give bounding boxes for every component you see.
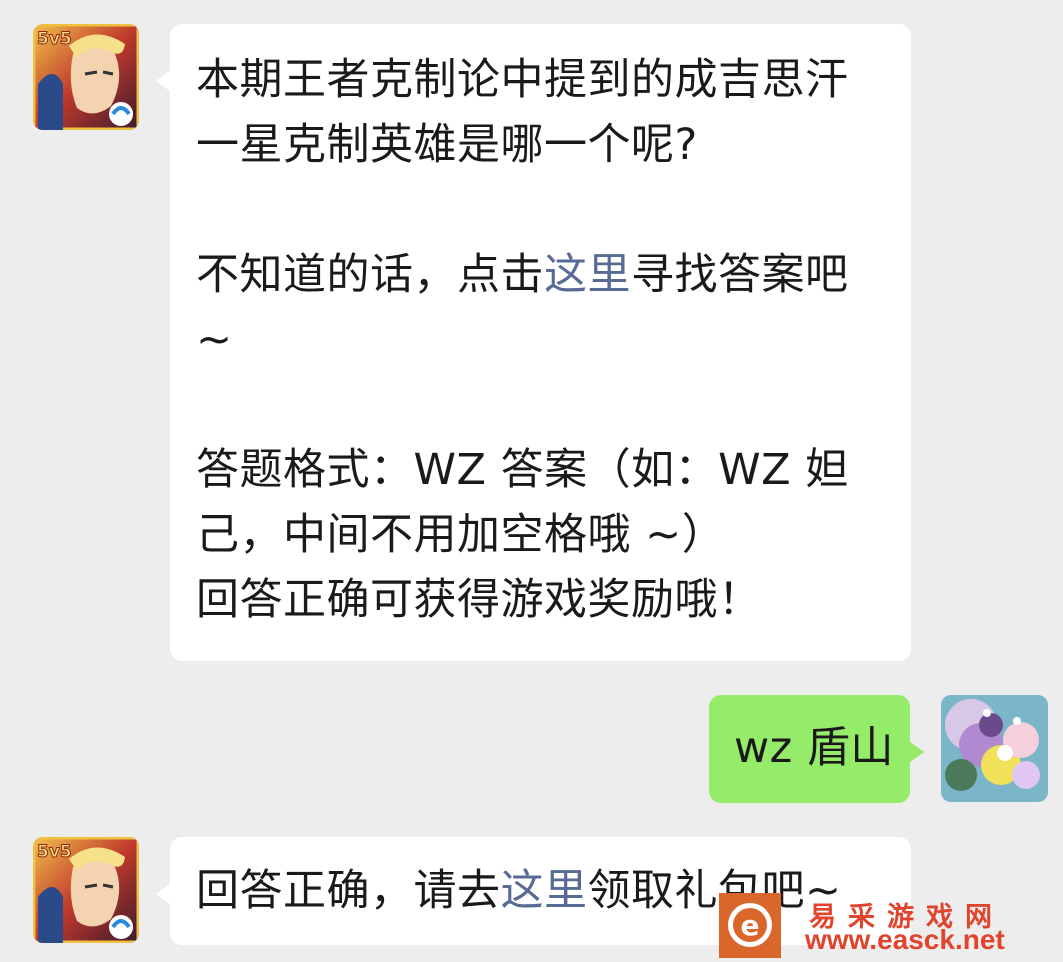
message-line: 一星克制英雄是哪一个呢?: [196, 120, 698, 170]
message-line: 答题格式：WZ 答案（如：WZ 妲: [196, 445, 849, 495]
here-link[interactable]: 这里: [501, 866, 588, 916]
message-text: 寻找答案吧: [631, 250, 849, 300]
message-line-with-link: 不知道的话，点击这里寻找答案吧: [196, 243, 849, 308]
message-line: ~: [196, 315, 233, 365]
answer-text: wz 盾山: [734, 723, 894, 773]
site-watermark: e 易采游戏网 www.easck.net: [719, 893, 1063, 958]
hero-portrait-icon: 5v5: [33, 24, 139, 130]
badge-5v5: 5v5: [37, 29, 72, 49]
message-bubble-answer: wz 盾山: [709, 695, 924, 803]
watermark-logo-icon: e: [719, 893, 781, 958]
hero-portrait-icon: 5v5: [33, 837, 139, 943]
watermark-url: www.easck.net: [805, 924, 1005, 955]
message-line: 本期王者克制论中提到的成吉思汗: [196, 55, 849, 105]
message-line: 己，中间不用加空格哦 ~）: [196, 510, 726, 560]
here-link[interactable]: 这里: [544, 250, 631, 300]
watermark-logo-letter: e: [741, 909, 760, 942]
user-avatar-image-icon: [941, 695, 1048, 802]
bot-avatar[interactable]: 5v5: [33, 837, 139, 943]
message-line: 回答正确可获得游戏奖励哦！: [196, 575, 762, 625]
message-text: 不知道的话，点击: [196, 250, 544, 300]
message-text: 回答正确，请去: [196, 866, 501, 916]
badge-5v5: 5v5: [37, 842, 72, 862]
message-bubble-question: 本期王者克制论中提到的成吉思汗 一星克制英雄是哪一个呢? 不知道的话，点击这里寻…: [156, 24, 911, 661]
bot-avatar[interactable]: 5v5: [33, 24, 139, 130]
user-avatar[interactable]: [941, 695, 1048, 802]
